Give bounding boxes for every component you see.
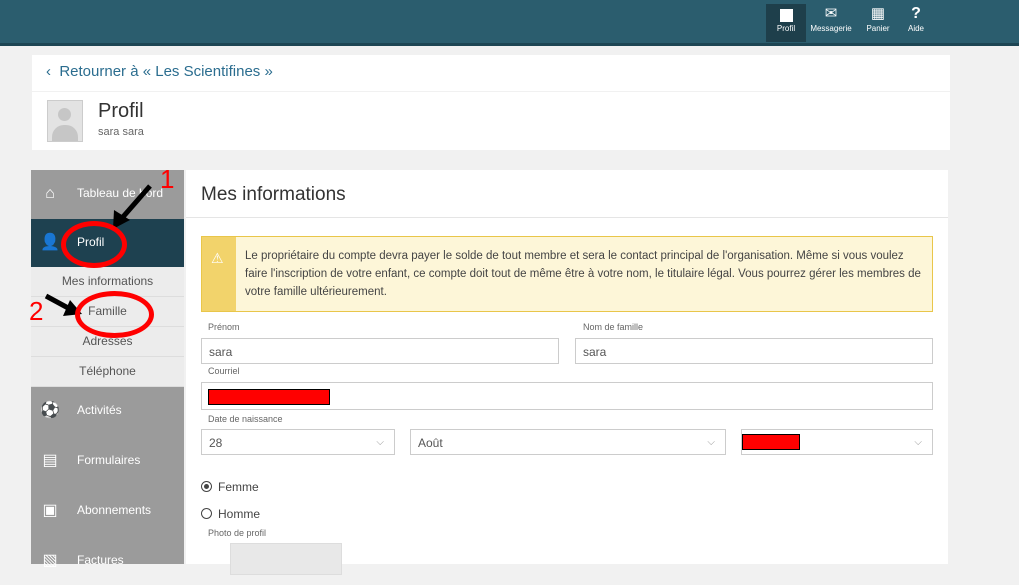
arrow-1 (113, 184, 152, 229)
annotation-overlay (44, 184, 152, 316)
annotation-circle-famille (75, 291, 154, 338)
annotation-circle-profil (61, 221, 127, 268)
annotation-number-2: 2 (29, 296, 44, 326)
annotation-number-1: 1 (160, 164, 175, 194)
